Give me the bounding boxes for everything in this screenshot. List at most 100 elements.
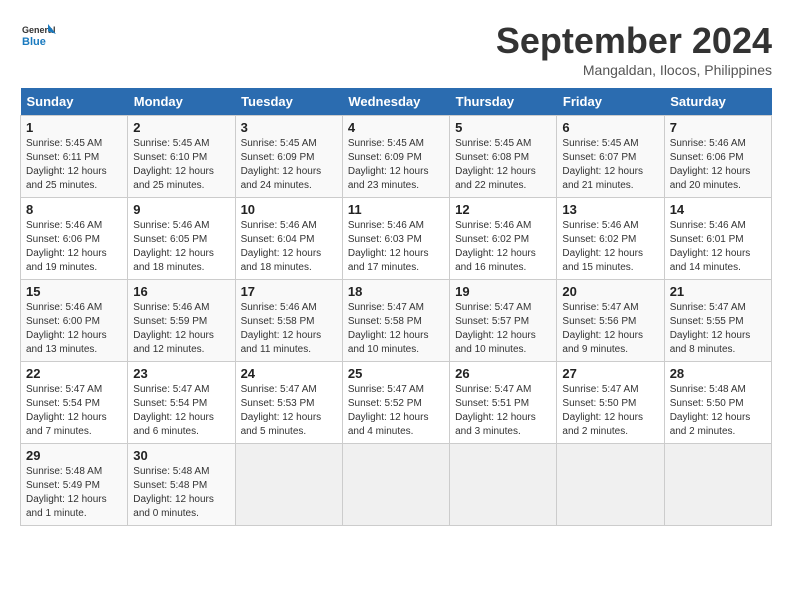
month-title: September 2024	[496, 20, 772, 62]
day-detail: Sunrise: 5:47 AM Sunset: 5:51 PM Dayligh…	[455, 383, 551, 439]
day-detail: Sunrise: 5:47 AM Sunset: 5:53 PM Dayligh…	[241, 383, 337, 439]
calendar-cell	[557, 444, 664, 526]
calendar-week-row: 1 Sunrise: 5:45 AM Sunset: 6:11 PM Daylig…	[21, 116, 772, 198]
day-detail: Sunrise: 5:48 AM Sunset: 5:50 PM Dayligh…	[670, 383, 766, 439]
calendar-cell: 18 Sunrise: 5:47 AM Sunset: 5:58 PM Dayli…	[342, 280, 449, 362]
calendar-week-row: 15Sunrise: 5:46 AM Sunset: 6:00 PM Dayli…	[21, 280, 772, 362]
day-number: 1	[26, 120, 122, 135]
calendar-cell: 22Sunrise: 5:47 AM Sunset: 5:54 PM Dayli…	[21, 362, 128, 444]
calendar-cell: 26 Sunrise: 5:47 AM Sunset: 5:51 PM Dayli…	[450, 362, 557, 444]
calendar-cell: 30 Sunrise: 5:48 AM Sunset: 5:48 PM Dayli…	[128, 444, 235, 526]
calendar-cell: 5 Sunrise: 5:45 AM Sunset: 6:08 PM Daylig…	[450, 116, 557, 198]
day-number: 24	[241, 366, 337, 381]
calendar-cell: 20 Sunrise: 5:47 AM Sunset: 5:56 PM Dayli…	[557, 280, 664, 362]
day-detail: Sunrise: 5:45 AM Sunset: 6:09 PM Dayligh…	[241, 137, 337, 193]
calendar-week-row: 22 Sunrise: 5:47 AM Sunset: 5:54 PM Dayli…	[21, 362, 772, 444]
col-monday: Monday	[128, 88, 235, 116]
day-detail: Sunrise: 5:46 AM Sunset: 6:01 PM Dayligh…	[670, 219, 766, 275]
day-number: 9	[133, 202, 229, 217]
calendar-cell: 10Sunrise: 5:46 AM Sunset: 6:04 PM Dayli…	[235, 198, 342, 280]
calendar-cell	[342, 444, 449, 526]
calendar-cell: 12 Sunrise: 5:46 AM Sunset: 6:02 PM Dayli…	[450, 198, 557, 280]
calendar-cell: 27 Sunrise: 5:47 AM Sunset: 5:50 PM Dayli…	[557, 362, 664, 444]
day-detail: Sunrise: 5:47 AM Sunset: 5:54 PM Dayligh…	[133, 383, 229, 439]
day-number: 6	[562, 120, 658, 135]
day-number: 14	[670, 202, 766, 217]
title-block: September 2024 Mangaldan, Ilocos, Philip…	[496, 20, 772, 78]
svg-text:Blue: Blue	[22, 36, 46, 48]
calendar-cell: 15Sunrise: 5:46 AM Sunset: 6:00 PM Dayli…	[21, 280, 128, 362]
day-detail: Sunrise: 5:47 AM Sunset: 5:56 PM Dayligh…	[562, 301, 658, 357]
calendar-cell: 16 Sunrise: 5:46 AM Sunset: 5:59 PM Dayli…	[128, 280, 235, 362]
day-number: 28	[670, 366, 766, 381]
calendar-cell	[450, 444, 557, 526]
day-detail: Sunrise: 5:45 AM Sunset: 6:09 PM Dayligh…	[348, 137, 444, 193]
calendar-cell: 14 Sunrise: 5:46 AM Sunset: 6:01 PM Dayli…	[664, 198, 771, 280]
col-saturday: Saturday	[664, 88, 771, 116]
day-number: 30	[133, 448, 229, 463]
day-detail: Sunrise: 5:47 AM Sunset: 5:58 PM Dayligh…	[348, 301, 444, 357]
calendar-cell: 6Sunrise: 5:45 AM Sunset: 6:07 PM Daylig…	[557, 116, 664, 198]
day-detail: Sunrise: 5:46 AM Sunset: 6:00 PM Dayligh…	[26, 301, 122, 357]
day-number: 18	[348, 284, 444, 299]
day-detail: Sunrise: 5:45 AM Sunset: 6:11 PM Dayligh…	[26, 137, 122, 193]
calendar-cell: 8 Sunrise: 5:46 AM Sunset: 6:06 PM Daylig…	[21, 198, 128, 280]
day-number: 26	[455, 366, 551, 381]
calendar-cell: 28 Sunrise: 5:48 AM Sunset: 5:50 PM Dayli…	[664, 362, 771, 444]
day-number: 21	[670, 284, 766, 299]
day-detail: Sunrise: 5:47 AM Sunset: 5:52 PM Dayligh…	[348, 383, 444, 439]
col-thursday: Thursday	[450, 88, 557, 116]
day-detail: Sunrise: 5:48 AM Sunset: 5:48 PM Dayligh…	[133, 465, 229, 521]
calendar-cell: 11Sunrise: 5:46 AM Sunset: 6:03 PM Dayli…	[342, 198, 449, 280]
day-number: 2	[133, 120, 229, 135]
calendar-cell: 13Sunrise: 5:46 AM Sunset: 6:02 PM Dayli…	[557, 198, 664, 280]
day-detail: Sunrise: 5:47 AM Sunset: 5:57 PM Dayligh…	[455, 301, 551, 357]
day-detail: Sunrise: 5:46 AM Sunset: 6:06 PM Dayligh…	[26, 219, 122, 275]
logo-svg: General Blue	[20, 20, 56, 56]
col-friday: Friday	[557, 88, 664, 116]
calendar-cell: 1 Sunrise: 5:45 AM Sunset: 6:11 PM Daylig…	[21, 116, 128, 198]
calendar-cell: 24 Sunrise: 5:47 AM Sunset: 5:53 PM Dayli…	[235, 362, 342, 444]
calendar-cell: 17Sunrise: 5:46 AM Sunset: 5:58 PM Dayli…	[235, 280, 342, 362]
day-number: 22	[26, 366, 122, 381]
day-number: 16	[133, 284, 229, 299]
col-tuesday: Tuesday	[235, 88, 342, 116]
page-header: General Blue September 2024 Mangaldan, I…	[20, 20, 772, 78]
day-number: 27	[562, 366, 658, 381]
col-sunday: Sunday	[21, 88, 128, 116]
day-number: 8	[26, 202, 122, 217]
calendar-cell: 4Sunrise: 5:45 AM Sunset: 6:09 PM Daylig…	[342, 116, 449, 198]
day-detail: Sunrise: 5:47 AM Sunset: 5:50 PM Dayligh…	[562, 383, 658, 439]
day-detail: Sunrise: 5:46 AM Sunset: 6:02 PM Dayligh…	[455, 219, 551, 275]
day-number: 13	[562, 202, 658, 217]
day-number: 10	[241, 202, 337, 217]
day-detail: Sunrise: 5:46 AM Sunset: 5:59 PM Dayligh…	[133, 301, 229, 357]
calendar-header-row: SundayMondayTuesdayWednesdayThursdayFrid…	[21, 88, 772, 116]
calendar-cell: 19Sunrise: 5:47 AM Sunset: 5:57 PM Dayli…	[450, 280, 557, 362]
day-number: 5	[455, 120, 551, 135]
day-number: 20	[562, 284, 658, 299]
day-number: 12	[455, 202, 551, 217]
day-number: 3	[241, 120, 337, 135]
day-detail: Sunrise: 5:46 AM Sunset: 6:06 PM Dayligh…	[670, 137, 766, 193]
day-detail: Sunrise: 5:45 AM Sunset: 6:08 PM Dayligh…	[455, 137, 551, 193]
day-detail: Sunrise: 5:45 AM Sunset: 6:10 PM Dayligh…	[133, 137, 229, 193]
calendar-table: SundayMondayTuesdayWednesdayThursdayFrid…	[20, 88, 772, 526]
calendar-cell: 23 Sunrise: 5:47 AM Sunset: 5:54 PM Dayli…	[128, 362, 235, 444]
day-number: 23	[133, 366, 229, 381]
day-detail: Sunrise: 5:46 AM Sunset: 6:05 PM Dayligh…	[133, 219, 229, 275]
day-number: 29	[26, 448, 122, 463]
calendar-week-row: 29Sunrise: 5:48 AM Sunset: 5:49 PM Dayli…	[21, 444, 772, 526]
calendar-cell: 25 Sunrise: 5:47 AM Sunset: 5:52 PM Dayli…	[342, 362, 449, 444]
calendar-cell: 2 Sunrise: 5:45 AM Sunset: 6:10 PM Daylig…	[128, 116, 235, 198]
calendar-cell: 9 Sunrise: 5:46 AM Sunset: 6:05 PM Daylig…	[128, 198, 235, 280]
col-wednesday: Wednesday	[342, 88, 449, 116]
calendar-cell: 3 Sunrise: 5:45 AM Sunset: 6:09 PM Daylig…	[235, 116, 342, 198]
calendar-week-row: 8 Sunrise: 5:46 AM Sunset: 6:06 PM Daylig…	[21, 198, 772, 280]
day-number: 7	[670, 120, 766, 135]
day-number: 25	[348, 366, 444, 381]
calendar-cell: 21Sunrise: 5:47 AM Sunset: 5:55 PM Dayli…	[664, 280, 771, 362]
location-subtitle: Mangaldan, Ilocos, Philippines	[496, 62, 772, 78]
logo: General Blue	[20, 20, 56, 56]
day-detail: Sunrise: 5:46 AM Sunset: 6:03 PM Dayligh…	[348, 219, 444, 275]
